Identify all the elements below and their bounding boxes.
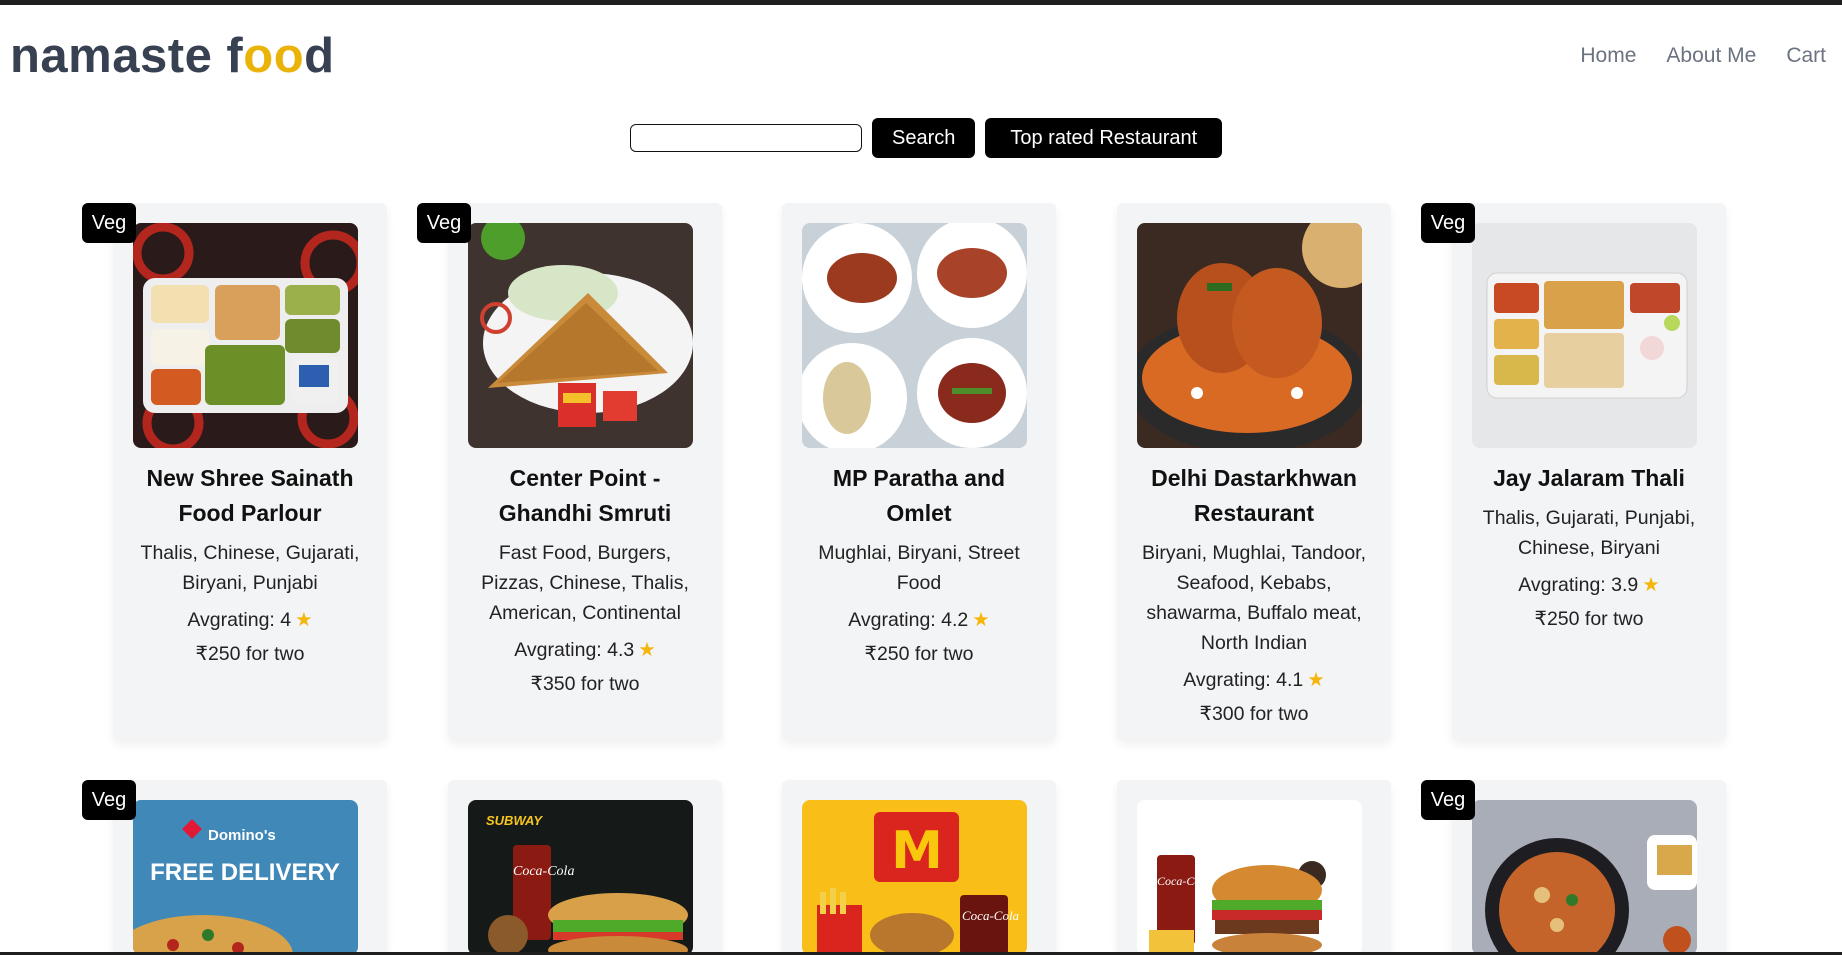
cola-text: Coca-Cola [962, 908, 1020, 923]
restaurant-image: Coca-Cola [1137, 800, 1362, 955]
restaurant-cuisines: Thalis, Chinese, Gujarati, Biryani, Punj… [140, 542, 360, 594]
restaurant-card[interactable]: MP Paratha and Omlet Mughlai, Biryani, S… [782, 203, 1056, 740]
star-icon: ★ [295, 609, 313, 631]
site-logo[interactable]: namaste food [10, 28, 335, 84]
mcdonalds-logo-text: M [891, 821, 943, 881]
dominos-brand-text: Domino's [208, 827, 276, 844]
restaurant-rating: Avgrating: 4.3 ★ [514, 639, 656, 661]
main-nav: Home About Me Cart [1580, 44, 1826, 68]
restaurant-card[interactable]: Coca-Cola [1117, 780, 1391, 955]
restaurant-rating: Avgrating: 3.9 ★ [1518, 574, 1660, 596]
restaurant-image [1472, 800, 1697, 955]
restaurant-cuisines: Thalis, Gujarati, Punjabi, Chinese, Biry… [1482, 507, 1696, 559]
restaurant-rating: Avgrating: 4.1 ★ [1183, 669, 1325, 691]
restaurant-name: Jay Jalaram Thali [1493, 465, 1685, 491]
search-bar: Search Top rated Restaurant [630, 118, 1223, 158]
star-icon: ★ [1642, 574, 1660, 596]
cola-text: Coca-Cola [1157, 874, 1210, 888]
restaurant-name: Delhi Dastarkhwan Restaurant [1151, 465, 1357, 526]
promo-text: FREE DELIVERY [150, 859, 340, 886]
restaurant-name: New Shree Sainath Food Parlour [146, 465, 354, 526]
nav-cart[interactable]: Cart [1786, 44, 1826, 68]
veg-badge: Veg [1421, 780, 1475, 820]
restaurant-image: Domino's FREE DELIVERY [133, 800, 358, 955]
restaurant-cost: ₹250 for two [195, 643, 305, 665]
window-top-border [0, 0, 1842, 5]
restaurant-cost: ₹300 for two [1199, 703, 1309, 725]
restaurant-info: Jay Jalaram Thali Thalis, Gujarati, Punj… [1470, 461, 1708, 636]
search-button[interactable]: Search [872, 118, 976, 158]
restaurant-card[interactable]: New Shree Sainath Food Parlour Thalis, C… [113, 203, 387, 740]
restaurant-image [1137, 223, 1362, 448]
restaurant-image: M Coca-Cola [802, 800, 1027, 955]
restaurant-rating: Avgrating: 4.2 ★ [848, 609, 990, 631]
restaurant-card[interactable]: Delhi Dastarkhwan Restaurant Biryani, Mu… [1117, 203, 1391, 740]
veg-badge: Veg [82, 203, 136, 243]
top-rated-button[interactable]: Top rated Restaurant [985, 118, 1223, 158]
veg-badge: Veg [1421, 203, 1475, 243]
restaurant-image: SUBWAY Coca-Cola [468, 800, 693, 955]
restaurant-info: Delhi Dastarkhwan Restaurant Biryani, Mu… [1135, 461, 1373, 731]
restaurant-image [802, 223, 1027, 448]
restaurant-cuisines: Mughlai, Biryani, Street Food [818, 542, 1020, 594]
restaurant-card[interactable]: Domino's FREE DELIVERY [113, 780, 387, 955]
restaurant-info: New Shree Sainath Food Parlour Thalis, C… [131, 461, 369, 671]
restaurant-cost: ₹250 for two [864, 643, 974, 665]
restaurant-card[interactable]: Center Point - Ghandhi Smruti Fast Food,… [448, 203, 722, 740]
nav-home[interactable]: Home [1580, 44, 1636, 68]
restaurant-image [133, 223, 358, 448]
restaurant-card[interactable] [1452, 780, 1726, 955]
restaurant-info: Center Point - Ghandhi Smruti Fast Food,… [466, 461, 704, 701]
cola-text: Coca-Cola [513, 864, 574, 879]
veg-badge: Veg [417, 203, 471, 243]
star-icon: ★ [638, 639, 656, 661]
restaurant-info: MP Paratha and Omlet Mughlai, Biryani, S… [800, 461, 1038, 671]
restaurant-cost: ₹250 for two [1534, 608, 1644, 630]
restaurant-cost: ₹350 for two [530, 673, 640, 695]
restaurant-rating: Avgrating: 4 ★ [187, 609, 313, 631]
restaurant-name: MP Paratha and Omlet [832, 465, 1006, 526]
restaurant-card[interactable]: SUBWAY Coca-Cola [448, 780, 722, 955]
restaurant-image [1472, 223, 1697, 448]
restaurant-image [468, 223, 693, 448]
restaurant-card[interactable]: Jay Jalaram Thali Thalis, Gujarati, Punj… [1452, 203, 1726, 740]
nav-about-me[interactable]: About Me [1666, 44, 1756, 68]
restaurant-cuisines: Fast Food, Burgers, Pizzas, Chinese, Tha… [481, 542, 689, 624]
veg-badge: Veg [82, 780, 136, 820]
restaurant-cuisines: Biryani, Mughlai, Tandoor, Seafood, Keba… [1141, 542, 1367, 654]
star-icon: ★ [972, 609, 990, 631]
restaurant-name: Center Point - Ghandhi Smruti [498, 465, 672, 526]
search-input[interactable] [630, 124, 862, 152]
restaurant-card[interactable]: M Coca-Cola [782, 780, 1056, 955]
star-icon: ★ [1307, 669, 1325, 691]
subway-brand-text: SUBWAY [486, 813, 543, 828]
